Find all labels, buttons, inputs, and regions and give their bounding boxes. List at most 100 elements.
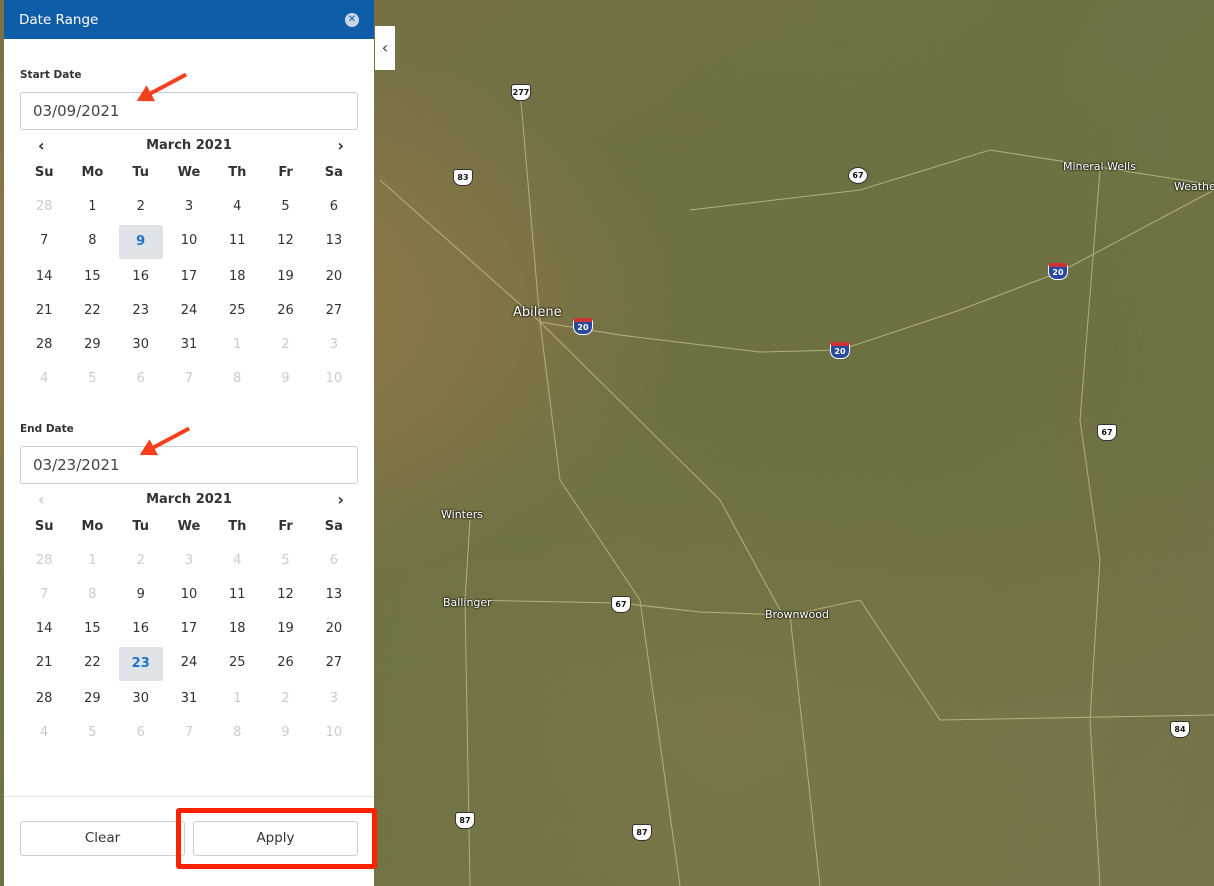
- weekday-header: Tu: [132, 165, 150, 180]
- calendar-day[interactable]: 27: [310, 646, 358, 680]
- highway-shield: 84: [1170, 721, 1190, 738]
- calendar-day: 4: [40, 725, 49, 740]
- calendar-day[interactable]: 13: [310, 578, 358, 612]
- calendar-day[interactable]: 18: [213, 612, 261, 646]
- calendar-day[interactable]: 19: [261, 612, 309, 646]
- calendar-day[interactable]: 20: [310, 612, 358, 646]
- calendar-day[interactable]: 22: [68, 294, 116, 328]
- calendar-day: 28: [35, 553, 53, 568]
- calendar-day[interactable]: 26: [261, 294, 309, 328]
- calendar-day[interactable]: 29: [68, 682, 116, 716]
- calendar-day[interactable]: 27: [310, 294, 358, 328]
- calendar-day[interactable]: 30: [117, 328, 165, 362]
- calendar-day: 8: [233, 371, 242, 386]
- calendar-day: 5: [88, 725, 97, 740]
- calendar-day[interactable]: 23: [117, 294, 165, 328]
- calendar-day[interactable]: 10: [165, 224, 213, 258]
- prev-month-button[interactable]: ‹: [38, 490, 45, 510]
- calendar-day[interactable]: 11: [213, 224, 261, 258]
- calendar-day[interactable]: 30: [117, 682, 165, 716]
- calendar-day[interactable]: 8: [68, 224, 116, 258]
- calendar-day[interactable]: 26: [261, 646, 309, 680]
- calendar-day: 1: [88, 553, 97, 568]
- calendar-day[interactable]: 16: [117, 612, 165, 646]
- weekday-header: We: [177, 165, 201, 180]
- calendar-day[interactable]: 1: [68, 190, 116, 224]
- calendar-day[interactable]: 31: [165, 328, 213, 362]
- end-date-input[interactable]: 03/23/2021: [20, 446, 358, 484]
- calendar-day[interactable]: 29: [68, 328, 116, 362]
- calendar-day[interactable]: 5: [261, 190, 309, 224]
- calendar-day-selected[interactable]: 23: [118, 647, 163, 681]
- calendar-day[interactable]: 10: [165, 578, 213, 612]
- prev-month-button[interactable]: ‹: [38, 136, 45, 156]
- weekday-header: Sa: [324, 519, 343, 534]
- calendar-day[interactable]: 11: [213, 578, 261, 612]
- weekday-header: Su: [34, 519, 54, 534]
- panel-footer-divider: [4, 796, 374, 797]
- calendar-day: 3: [329, 337, 338, 352]
- panel-title: Date Range: [19, 11, 99, 28]
- calendar-day[interactable]: 17: [165, 612, 213, 646]
- calendar-day[interactable]: 15: [68, 260, 116, 294]
- calendar-day[interactable]: 12: [261, 224, 309, 258]
- calendar-day[interactable]: 20: [310, 260, 358, 294]
- calendar-day: 4: [40, 371, 49, 386]
- place-label: Abilene: [513, 305, 562, 320]
- calendar-day[interactable]: 2: [117, 190, 165, 224]
- calendar-month-title: March 2021: [146, 492, 232, 507]
- interstate-shield: 20: [830, 342, 850, 359]
- calendar-day[interactable]: 24: [165, 646, 213, 680]
- next-month-button[interactable]: ›: [337, 490, 344, 510]
- calendar-day: 2: [281, 337, 290, 352]
- highway-shield: 67: [611, 596, 631, 613]
- weekday-header: Th: [228, 165, 247, 180]
- close-circle-icon[interactable]: ✕: [345, 12, 359, 27]
- date-range-panel: Date Range ✕ Start Date 03/09/2021 ‹ Marc…: [4, 0, 374, 886]
- calendar-day[interactable]: 21: [20, 294, 68, 328]
- end-calendar: ‹ March 2021 › Su Mo Tu We Th Fr Sa 28 1 2 3 4 5 6 7 8 9 10…: [20, 490, 358, 750]
- highway-shield: 87: [455, 812, 475, 829]
- calendar-day[interactable]: 7: [20, 224, 68, 258]
- calendar-day[interactable]: 21: [20, 646, 68, 680]
- calendar-day[interactable]: 9: [117, 578, 165, 612]
- calendar-day[interactable]: 31: [165, 682, 213, 716]
- calendar-day[interactable]: 17: [165, 260, 213, 294]
- calendar-day[interactable]: 4: [213, 190, 261, 224]
- calendar-day[interactable]: 14: [20, 612, 68, 646]
- calendar-day[interactable]: 18: [213, 260, 261, 294]
- calendar-day: 6: [329, 553, 338, 568]
- calendar-day[interactable]: 16: [117, 260, 165, 294]
- weekday-header: Fr: [278, 519, 293, 534]
- weekday-header: Th: [228, 519, 247, 534]
- calendar-day[interactable]: 25: [213, 294, 261, 328]
- clear-button[interactable]: Clear: [20, 821, 185, 856]
- calendar-day[interactable]: 28: [20, 328, 68, 362]
- calendar-day: 7: [40, 587, 49, 602]
- start-date-input[interactable]: 03/09/2021: [20, 92, 358, 130]
- next-month-button[interactable]: ›: [337, 136, 344, 156]
- calendar-day: 8: [88, 587, 97, 602]
- calendar-day[interactable]: 3: [165, 190, 213, 224]
- calendar-day[interactable]: 15: [68, 612, 116, 646]
- place-label: Mineral Wells: [1063, 160, 1136, 173]
- calendar-day-selected[interactable]: 9: [118, 225, 163, 259]
- calendar-day[interactable]: 13: [310, 224, 358, 258]
- interstate-shield: 20: [1048, 263, 1068, 280]
- calendar-day[interactable]: 28: [20, 682, 68, 716]
- calendar-day[interactable]: 22: [68, 646, 116, 680]
- weekday-header: Mo: [81, 519, 104, 534]
- annotation-highlight-box: [176, 808, 377, 869]
- highway-shield: 277: [511, 84, 531, 101]
- calendar-day: 4: [233, 553, 242, 568]
- calendar-day[interactable]: 19: [261, 260, 309, 294]
- calendar-day[interactable]: 6: [310, 190, 358, 224]
- calendar-day: 1: [233, 691, 242, 706]
- calendar-day[interactable]: 14: [20, 260, 68, 294]
- weekday-header: We: [177, 519, 201, 534]
- collapse-panel-button[interactable]: ‹: [375, 26, 395, 70]
- calendar-day[interactable]: 24: [165, 294, 213, 328]
- calendar-day: 7: [184, 371, 194, 386]
- calendar-day[interactable]: 12: [261, 578, 309, 612]
- calendar-day[interactable]: 25: [213, 646, 261, 680]
